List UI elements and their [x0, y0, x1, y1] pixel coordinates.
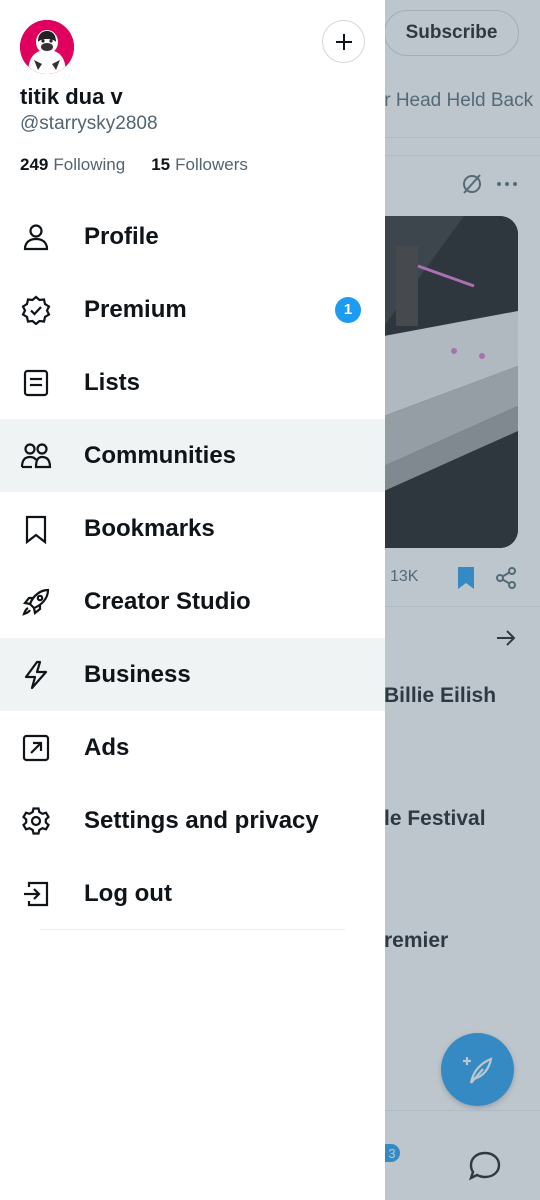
- menu-item-label: Settings and privacy: [84, 806, 319, 834]
- menu-item-bookmarks[interactable]: Bookmarks: [0, 492, 385, 565]
- lightning-icon: [20, 659, 52, 691]
- followers-label: Followers: [175, 155, 248, 174]
- menu-item-label: Premium: [84, 295, 187, 323]
- list-icon: [20, 367, 52, 399]
- menu-item-label: Ads: [84, 733, 130, 761]
- add-account-button[interactable]: [322, 20, 365, 63]
- menu-item-settings[interactable]: Settings and privacy: [0, 784, 385, 857]
- menu-item-business[interactable]: Business: [0, 638, 385, 711]
- menu-item-label: Business: [84, 660, 191, 688]
- drawer-menu: Profile Premium 1 Lists Communities Book…: [0, 200, 385, 930]
- display-name[interactable]: titik dua v: [20, 84, 123, 110]
- menu-item-profile[interactable]: Profile: [0, 200, 385, 273]
- menu-item-premium[interactable]: Premium 1: [0, 273, 385, 346]
- menu-item-label: Communities: [84, 441, 237, 469]
- menu-item-creator-studio[interactable]: Creator Studio: [0, 565, 385, 638]
- following-link[interactable]: 249 Following: [20, 155, 125, 175]
- menu-item-ads[interactable]: Ads: [0, 711, 385, 784]
- user-handle: @starrysky2808: [20, 113, 158, 134]
- menu-item-lists[interactable]: Lists: [0, 346, 385, 419]
- gear-icon: [20, 805, 52, 837]
- drawer-divider: [40, 929, 345, 930]
- following-count: 249: [20, 155, 49, 174]
- premium-badge: 1: [335, 296, 361, 323]
- side-drawer: titik dua v @starrysky2808 249 Following…: [0, 0, 385, 1200]
- menu-item-communities[interactable]: Communities: [0, 419, 385, 492]
- avatar[interactable]: [20, 20, 74, 74]
- menu-item-label: Bookmarks: [84, 514, 215, 542]
- rocket-icon: [20, 586, 52, 618]
- menu-item-label: Lists: [84, 368, 141, 396]
- bookmark-icon: [20, 513, 52, 545]
- communities-icon: [20, 440, 52, 472]
- external-arrow-icon: [20, 732, 52, 764]
- menu-item-label: Creator Studio: [84, 587, 251, 615]
- verified-badge-icon: [20, 294, 52, 326]
- followers-link[interactable]: 15 Followers: [151, 155, 248, 175]
- logout-icon: [20, 878, 52, 910]
- followers-count: 15: [151, 155, 171, 174]
- plus-icon: [334, 32, 354, 52]
- following-label: Following: [53, 155, 126, 174]
- person-icon: [20, 221, 52, 253]
- menu-item-label: Profile: [84, 222, 159, 250]
- menu-item-logout[interactable]: Log out: [0, 857, 385, 930]
- follow-stats: 249 Following 15 Followers: [20, 155, 274, 175]
- menu-item-label: Log out: [84, 879, 172, 907]
